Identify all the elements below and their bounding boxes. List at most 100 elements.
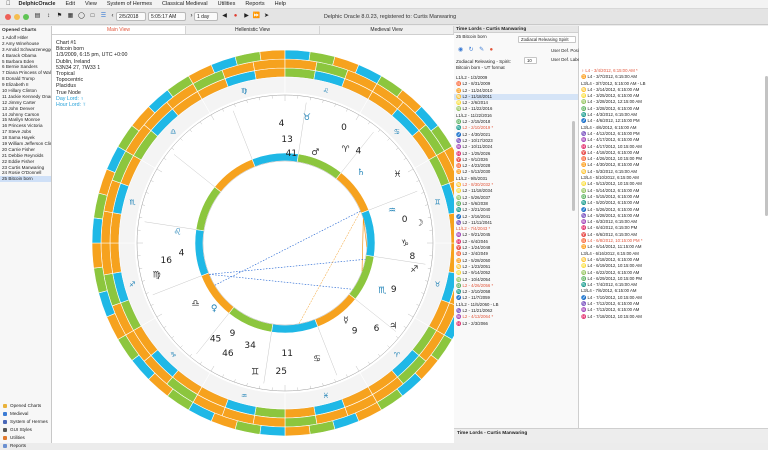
house-degree-number: 13: [281, 135, 292, 145]
zr-scrollbar[interactable]: [572, 121, 575, 211]
step-select[interactable]: 1 day: [194, 12, 218, 21]
sign-glyph: ♍: [241, 87, 248, 95]
sign-glyph: ♊: [434, 199, 440, 207]
grid-icon[interactable]: ▦: [66, 12, 75, 21]
planet-glyph: ☿: [343, 316, 349, 326]
tab-medieval-view[interactable]: Medieval View: [320, 26, 454, 34]
nav-item-icon: [3, 444, 7, 448]
app-menu[interactable]: DelphicOracle: [19, 1, 56, 7]
house-degree-number: 0: [341, 123, 347, 133]
nav-item[interactable]: System of Hermes: [0, 418, 52, 426]
zr-period-row[interactable]: ♓ L2 - 2/3/2066: [454, 321, 578, 327]
house-degree-number: 0: [402, 215, 408, 225]
planet-glyph: ♌: [174, 227, 182, 237]
nav-item-icon: [3, 436, 7, 440]
chart-info-line: 1/3/2009, 6:15 pm, UTC +0:00: [56, 52, 127, 58]
fast-forward-icon[interactable]: ⏩: [252, 12, 261, 21]
user-def-label: User Def. Label: [551, 57, 581, 62]
chart-list-item[interactable]: 11 Jackie Kennedy Onassis: [0, 94, 51, 100]
stepper-icon[interactable]: ↕: [44, 12, 53, 21]
flag-icon[interactable]: ⚑: [55, 12, 64, 21]
nav-item-icon: [3, 420, 7, 424]
l3-panel: ♀ L4 - 3/4/2012, 6:15:00 AM * ♊ L4 - 3/7…: [579, 26, 768, 428]
list-icon[interactable]: ☰: [99, 12, 108, 21]
export-icon[interactable]: ✎: [479, 47, 484, 53]
l4-period-row[interactable]: ♓ L4 - 7/18/2012, 10:15:00 AM: [579, 314, 768, 320]
mode-select[interactable]: Zodiacal Releasing Spirit: [518, 36, 576, 43]
planet-glyph: ♓: [393, 170, 401, 180]
menu-utilities[interactable]: Utilities: [218, 1, 236, 7]
house-degree-number: 4: [355, 147, 361, 157]
bottom-bar: Time Lords - Curtis Manwaring: [454, 428, 768, 443]
minimize-window-icon[interactable]: [14, 14, 20, 20]
tab-hellenistic-view[interactable]: Hellenistic View: [186, 26, 320, 34]
sign-glyph: ♓: [323, 392, 329, 400]
rewind-icon[interactable]: ◀: [220, 12, 229, 21]
refresh-icon[interactable]: ↻: [469, 47, 474, 53]
planet-glyph: ♋: [313, 355, 321, 365]
house-degree-number: 9: [230, 329, 236, 339]
nav-item[interactable]: Opened Charts: [0, 402, 52, 410]
sign-glyph: ♒: [241, 392, 247, 400]
chart-list-item[interactable]: 3 Arnold Schwarzenegger: [0, 47, 51, 53]
tab-main-view[interactable]: Main View: [52, 26, 186, 34]
menu-reports[interactable]: Reports: [245, 1, 264, 7]
nav-item[interactable]: Medieval: [0, 410, 52, 418]
house-degree-number: 9: [352, 327, 358, 337]
eye-icon[interactable]: ◉: [458, 47, 463, 53]
planet-glyph: ♉: [303, 113, 311, 123]
sign-glyph: ♎: [170, 128, 176, 136]
house-degree-number: 25: [276, 367, 287, 377]
sign-glyph: ♋: [394, 128, 400, 136]
menu-classical-medieval[interactable]: Classical Medieval: [162, 1, 208, 7]
chart-list-item[interactable]: 25 Bitcoin born: [0, 176, 51, 182]
nav-item-icon: [3, 404, 7, 408]
nav-item-icon: [3, 412, 7, 416]
panel-icons: ◉ ↻ ✎ ●: [458, 46, 493, 53]
window-title: Delphic Oracle 8.0.23, registered to: Cu…: [270, 14, 510, 20]
spin-field[interactable]: 10: [524, 57, 537, 64]
planet-glyph: ♀: [211, 304, 218, 314]
menu-system-of-hermes[interactable]: System of Hermes: [107, 1, 152, 7]
circle-icon[interactable]: ◯: [77, 12, 86, 21]
sign-glyph: ♉: [434, 280, 440, 288]
house-degree-number: 8: [409, 252, 415, 262]
time-field[interactable]: 5:05:17 AM: [148, 12, 186, 21]
nav-item-label: Opened Charts: [10, 402, 41, 410]
zoom-window-icon[interactable]: [23, 14, 29, 20]
sidebar-toggle-icon[interactable]: ▤: [33, 12, 42, 21]
house-degree-number: 34: [244, 341, 256, 351]
nav-item[interactable]: Utilities: [0, 434, 52, 442]
stop-icon[interactable]: ●: [231, 12, 240, 21]
close-window-icon[interactable]: [5, 14, 11, 20]
menu-edit[interactable]: Edit: [66, 1, 75, 7]
nav-item[interactable]: GUI Styles: [0, 426, 52, 434]
house-degree-number: 4: [279, 119, 285, 129]
view-tabs: Main View Hellenistic View Medieval View: [52, 26, 454, 35]
decan-ring-segment: [285, 50, 310, 61]
zr-list: L1/L2 - 1/3/2009 ♉ L2 - 8/31/2009 ♊ L2 -…: [454, 75, 578, 327]
nav-item-label: Reports: [10, 442, 26, 450]
planet-glyph: ♃: [389, 321, 397, 331]
planet-glyph: ♎: [191, 299, 199, 309]
play-icon[interactable]: ▶: [242, 12, 251, 21]
apple-menu-icon[interactable]: : [6, 1, 11, 7]
bottom-label: Time Lords - Curtis Manwaring: [454, 429, 768, 438]
stop-panel-icon[interactable]: ●: [489, 47, 493, 53]
decan-ring-segment: [92, 218, 103, 243]
menu-view[interactable]: View: [85, 1, 97, 7]
chart-list-item[interactable]: 21 Debbie Reynolds: [0, 153, 51, 159]
sidebar-header: Opened Charts: [0, 26, 51, 35]
nav-item-label: Utilities: [10, 434, 25, 442]
toolbar: ▤ ↕ ⚑ ▦ ◯ □ ☰ ‹ 2/5/2018 5:05:17 AM › 1 …: [0, 9, 768, 25]
sign-glyph: ♏: [129, 199, 136, 207]
menu-help[interactable]: Help: [275, 1, 286, 7]
zr-panel: Time Lords - Curtis Manwaring 25 Bitcoin…: [454, 26, 579, 428]
nav-item[interactable]: Reports: [0, 442, 52, 450]
chart-list: 1 Adolf Hitler2 Amy Winehouse3 Arnold Sc…: [0, 35, 51, 182]
planet-glyph: ♊: [251, 368, 259, 378]
square-icon[interactable]: □: [88, 12, 97, 21]
zr-panel-header: Time Lords - Curtis Manwaring: [454, 26, 578, 33]
date-field[interactable]: 2/5/2018: [116, 12, 146, 21]
house-degree-number: 6: [374, 324, 380, 334]
